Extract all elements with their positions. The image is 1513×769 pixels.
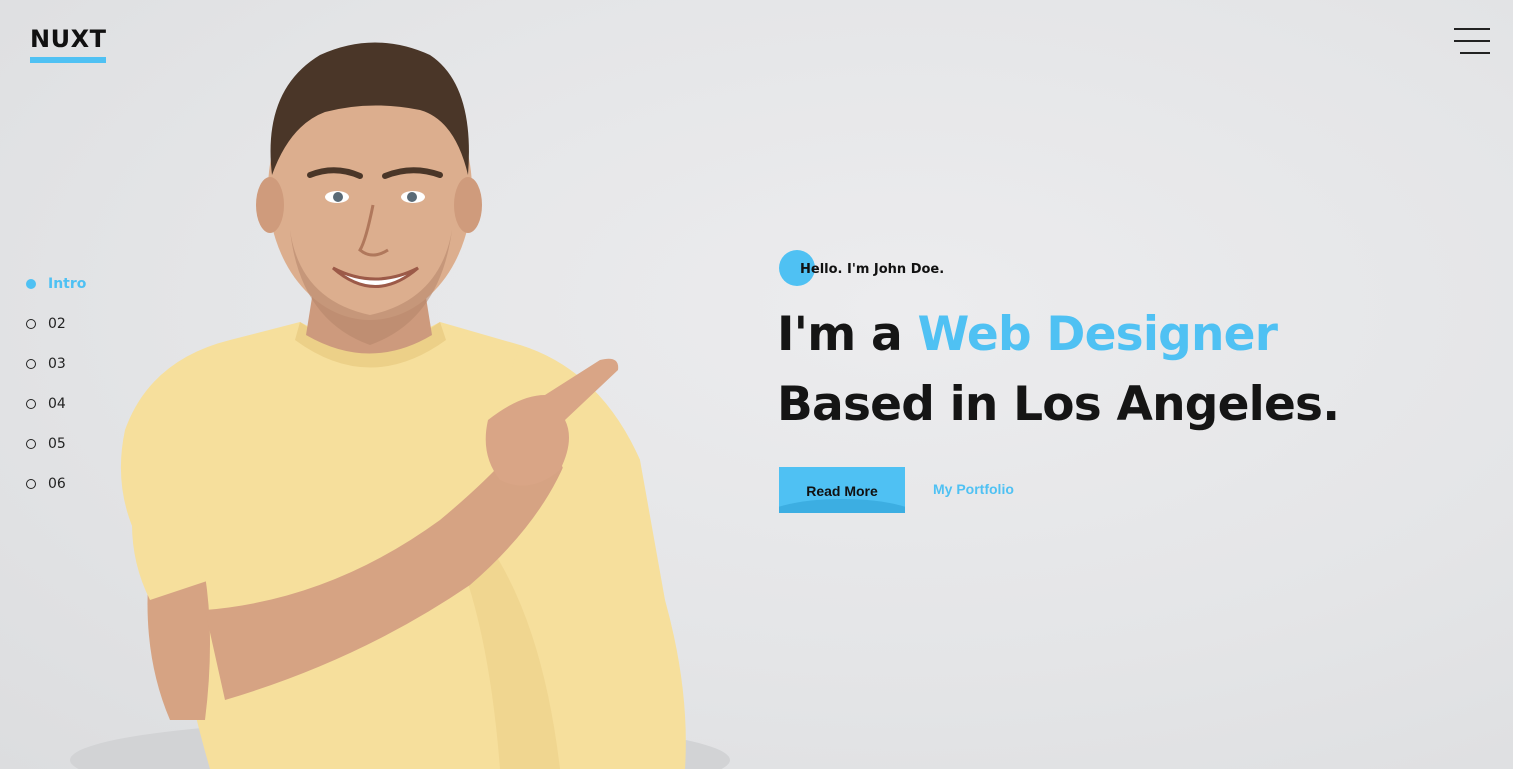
section-nav-item-06[interactable]: 06 [26, 464, 86, 504]
greeting-text: Hello. I'm John Doe. [800, 262, 945, 277]
hero-photo [70, 42, 730, 769]
section-nav-label: 02 [48, 316, 66, 332]
headline-prefix: I'm a [777, 307, 918, 362]
nav-dot-icon [26, 479, 36, 489]
headline-accent: Web Designer [917, 307, 1278, 362]
section-nav-item-02[interactable]: 02 [26, 304, 86, 344]
section-nav-item-03[interactable]: 03 [26, 344, 86, 384]
section-nav-label: 06 [48, 476, 66, 492]
site-logo[interactable]: NUXT [30, 27, 107, 63]
menu-line [1454, 28, 1490, 30]
section-nav: Intro 02 03 04 05 06 [26, 276, 86, 504]
menu-line [1454, 40, 1490, 42]
nav-dot-icon [26, 439, 36, 449]
section-nav-item-intro[interactable]: Intro [26, 264, 86, 304]
section-nav-item-04[interactable]: 04 [26, 384, 86, 424]
section-nav-label: 04 [48, 396, 66, 412]
section-nav-label: 05 [48, 436, 66, 452]
menu-line [1460, 52, 1490, 54]
section-nav-label: Intro [48, 276, 87, 292]
section-nav-item-05[interactable]: 05 [26, 424, 86, 464]
my-portfolio-link[interactable]: My Portfolio [933, 481, 1014, 497]
headline-line2: Based in Los Angeles. [777, 377, 1340, 432]
hero-headline: I'm a Web Designer Based in Los Angeles. [777, 300, 1340, 440]
nav-dot-icon [26, 279, 36, 289]
nav-dot-icon [26, 319, 36, 329]
read-more-button[interactable]: Read More [779, 467, 905, 513]
nav-dot-icon [26, 359, 36, 369]
nav-dot-icon [26, 399, 36, 409]
section-nav-label: 03 [48, 356, 66, 372]
read-more-label: Read More [806, 483, 878, 499]
hamburger-menu-icon[interactable] [1452, 26, 1492, 58]
